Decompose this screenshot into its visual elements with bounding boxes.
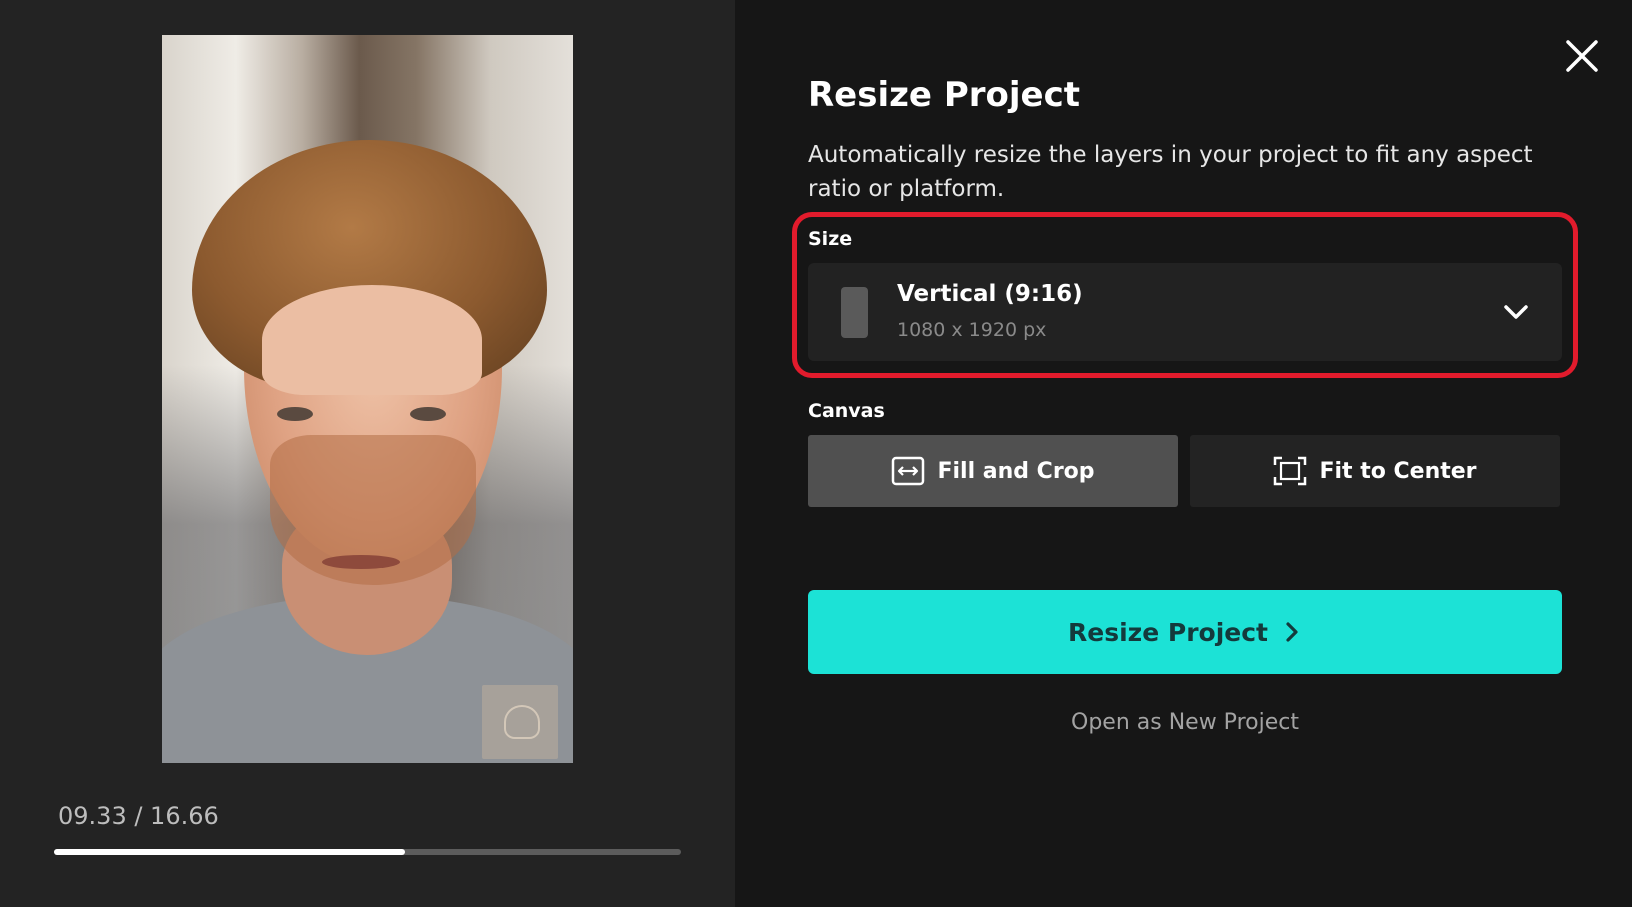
person-forehead — [262, 285, 482, 395]
chevron-down-icon — [1504, 305, 1528, 319]
chevron-right-icon — [1286, 622, 1298, 642]
preview-pane: 09.33 / 16.66 — [0, 0, 735, 907]
dialog-title: Resize Project — [808, 75, 1080, 115]
size-selected-name: Vertical (9:16) — [897, 281, 1083, 307]
open-as-new-project-link[interactable]: Open as New Project — [808, 710, 1562, 735]
size-label: Size — [808, 228, 853, 250]
fit-center-icon — [1274, 456, 1307, 486]
close-button[interactable] — [1562, 36, 1602, 76]
dialog-description: Automatically resize the layers in your … — [808, 142, 1533, 202]
size-selected-dims: 1080 x 1920 px — [897, 319, 1047, 341]
video-preview[interactable] — [162, 35, 573, 763]
fit-to-center-button[interactable]: Fit to Center — [1190, 435, 1560, 507]
timecode: 09.33 / 16.66 — [58, 802, 219, 830]
fit-to-center-label: Fit to Center — [1319, 458, 1477, 484]
close-icon — [1566, 40, 1598, 72]
mouth — [322, 555, 400, 569]
right-eye — [410, 407, 446, 421]
fill-crop-icon — [892, 456, 925, 486]
phone-icon — [841, 287, 868, 338]
fill-and-crop-label: Fill and Crop — [937, 458, 1095, 484]
canvas-label: Canvas — [808, 400, 885, 422]
left-eye — [277, 407, 313, 421]
progress-fill — [54, 849, 406, 855]
playback-progress[interactable] — [54, 849, 681, 855]
resize-project-button[interactable]: Resize Project — [808, 590, 1562, 674]
resize-project-label: Resize Project — [1068, 617, 1268, 647]
watermark-logo — [482, 685, 558, 759]
size-dropdown[interactable]: Vertical (9:16) 1080 x 1920 px — [808, 263, 1562, 361]
fill-and-crop-button[interactable]: Fill and Crop — [808, 435, 1178, 507]
